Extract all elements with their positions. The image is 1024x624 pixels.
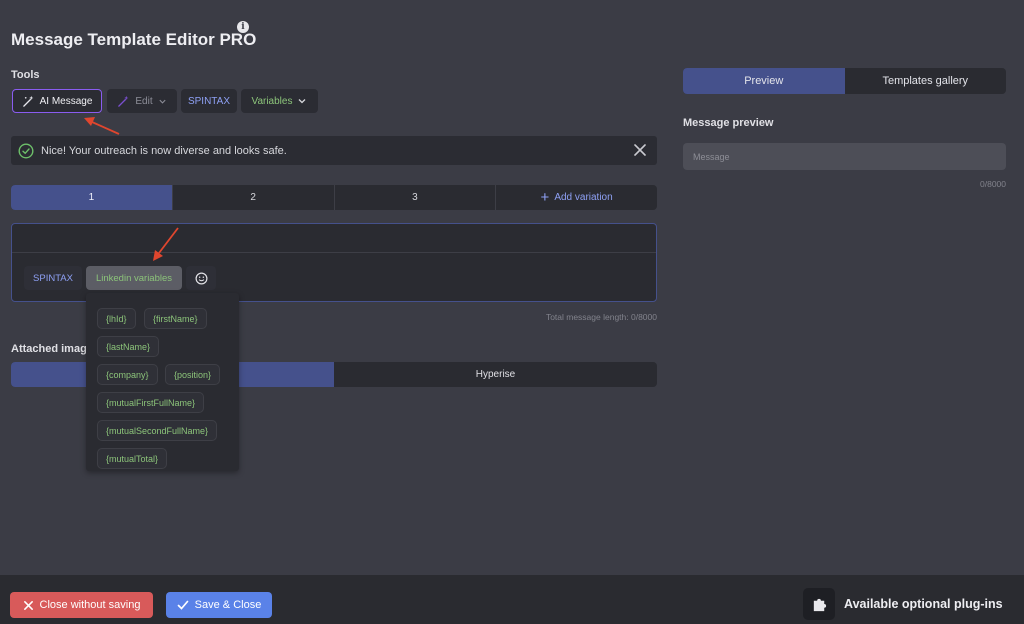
variable-chip-company[interactable]: {company}: [97, 364, 158, 385]
tab-hyperise[interactable]: Hyperise: [334, 362, 657, 387]
tab-variation-3[interactable]: 3: [335, 185, 497, 210]
variable-chip-mutualsecondfullname[interactable]: {mutualSecondFullName}: [97, 420, 218, 441]
plugins-label[interactable]: Available optional plug-ins: [844, 597, 1003, 611]
tab-variation-2[interactable]: 2: [173, 185, 335, 210]
variable-chip-mutualtotal[interactable]: {mutualTotal}: [97, 448, 168, 469]
message-preview-label: Message preview: [683, 117, 774, 129]
linkedin-variables-button[interactable]: Linkedin variables: [86, 266, 182, 290]
tab-variation-1[interactable]: 1: [11, 185, 173, 210]
magic-wand-icon: [22, 95, 33, 107]
editor-spintax-button[interactable]: SPINTAX: [24, 266, 82, 290]
tab-templates-gallery[interactable]: Templates gallery: [845, 68, 1007, 94]
info-icon[interactable]: i: [237, 21, 249, 33]
message-preview-input[interactable]: [683, 143, 1006, 170]
smiley-icon: [195, 272, 207, 284]
chevron-down-icon: [299, 99, 306, 104]
checkmark-icon: [177, 600, 189, 610]
annotation-arrow-ai: [84, 117, 120, 135]
ai-message-label: AI Message: [39, 95, 93, 107]
variable-chip-position[interactable]: {position}: [165, 364, 221, 385]
close-without-saving-button[interactable]: Close without saving: [10, 592, 153, 618]
linkedin-variables-dropdown: {lhId} {firstName} {lastName} {company} …: [86, 293, 239, 471]
message-editor[interactable]: SPINTAX Linkedin variables: [11, 223, 657, 302]
tools-label: Tools: [11, 69, 40, 81]
add-variation-label: Add variation: [554, 192, 613, 203]
puzzle-icon: [813, 598, 826, 611]
check-circle-icon: [18, 142, 34, 159]
variable-chip-mutualfirstfullname[interactable]: {mutualFirstFullName}: [97, 392, 205, 413]
save-close-button[interactable]: Save & Close: [166, 592, 272, 618]
attached-images-label: Attached imag: [11, 343, 87, 355]
variable-chip-lastname[interactable]: {lastName}: [97, 336, 160, 357]
variable-chip-firstname[interactable]: {firstName}: [144, 308, 207, 329]
variables-dropdown-button[interactable]: Variables: [241, 89, 318, 113]
close-icon[interactable]: [632, 142, 648, 158]
ai-message-button[interactable]: AI Message: [12, 89, 102, 113]
close-without-saving-label: Close without saving: [39, 599, 141, 611]
plus-icon: +: [540, 188, 550, 206]
emoji-button[interactable]: [186, 266, 216, 290]
chevron-down-icon: [159, 99, 166, 104]
footer-bar: Close without saving Save & Close Availa…: [0, 575, 1024, 624]
plugins-button[interactable]: [803, 588, 835, 620]
page-title: Message Template Editor PRO: [11, 30, 257, 49]
right-panel-tabs: Preview Templates gallery: [683, 68, 1006, 94]
edit-label: Edit: [135, 95, 153, 107]
variation-tabs: 1 2 3 + Add variation: [11, 185, 657, 210]
variables-label: Variables: [251, 95, 293, 107]
message-char-count: 0/8000: [980, 179, 1006, 189]
spintax-button[interactable]: SPINTAX: [181, 89, 237, 113]
total-message-length: Total message length: 0/8000: [545, 312, 657, 322]
success-alert: Nice! Your outreach is now diverse and l…: [11, 136, 657, 165]
save-close-label: Save & Close: [194, 599, 262, 611]
tab-preview[interactable]: Preview: [683, 68, 845, 94]
editor-divider: [12, 252, 656, 253]
edit-dropdown-button[interactable]: Edit: [107, 89, 177, 113]
close-icon: [23, 600, 33, 610]
add-variation-button[interactable]: + Add variation: [496, 185, 657, 210]
alert-text: Nice! Your outreach is now diverse and l…: [41, 144, 287, 157]
edit-wand-icon: [118, 95, 129, 107]
variable-chip-lhid[interactable]: {lhId}: [97, 308, 136, 329]
